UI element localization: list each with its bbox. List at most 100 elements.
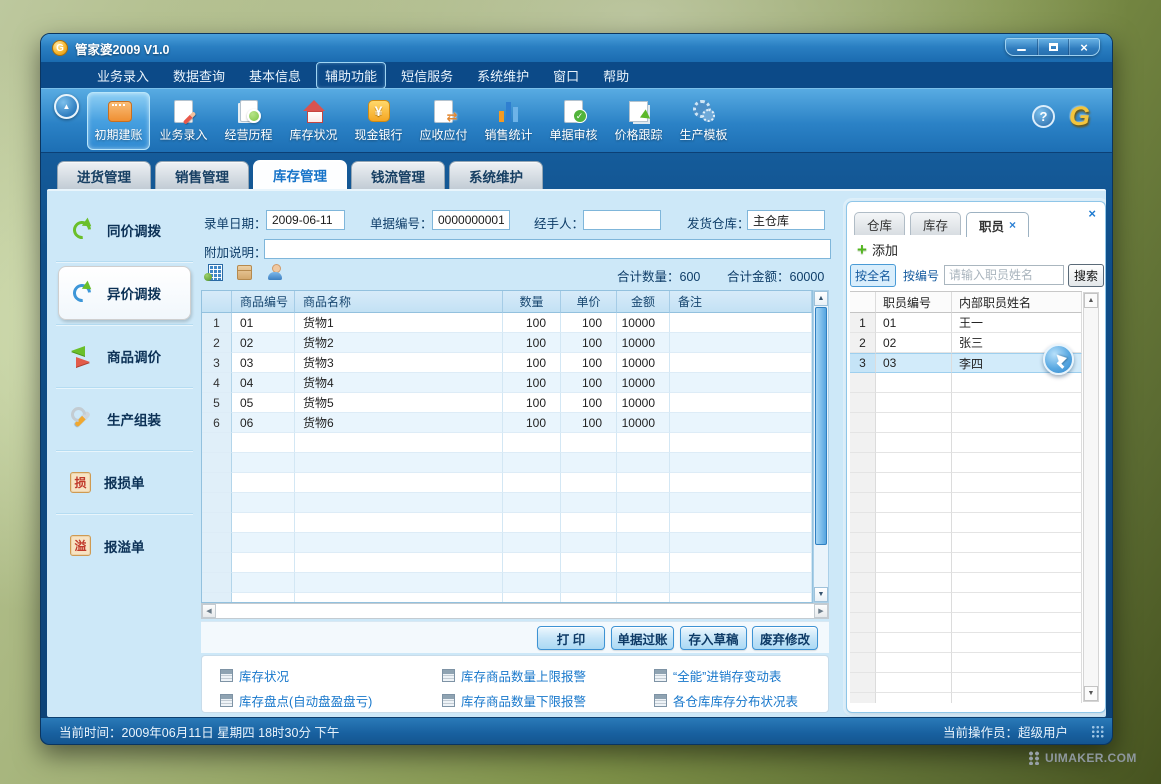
tab-5[interactable]: 系统维护	[449, 161, 543, 189]
menu-item-6[interactable]: 系统维护	[468, 62, 538, 89]
warehouse-shortcut-icon[interactable]	[208, 264, 223, 281]
sidebar-item-4[interactable]: 生产组装	[58, 392, 191, 446]
scroll-left-icon[interactable]: ◀	[202, 604, 216, 618]
report-link-4[interactable]: 库存盘点(自动盘盈盘亏)	[220, 691, 442, 710]
empty-staff-row[interactable]	[850, 473, 1082, 493]
date-input[interactable]	[266, 210, 345, 230]
panel-vertical-scrollbar[interactable]: ▲ ▼	[1083, 292, 1099, 702]
goods-shortcut-icon[interactable]	[237, 265, 252, 280]
table-row[interactable]: 303货物310010010000	[202, 353, 812, 373]
empty-staff-row[interactable]	[850, 553, 1082, 573]
maximize-button[interactable]	[1037, 39, 1068, 55]
header-cell[interactable]: 金额	[617, 291, 670, 313]
tab-2[interactable]: 销售管理	[155, 161, 249, 189]
panel-scroll-up-icon[interactable]: ▲	[1084, 293, 1098, 308]
toolbar-item-8[interactable]: 单据审核	[542, 92, 605, 150]
toolbar-item-10[interactable]: 生产模板	[672, 92, 735, 150]
tab-3[interactable]: 库存管理	[253, 160, 347, 189]
warehouse-input[interactable]	[747, 210, 825, 230]
scroll-thumb[interactable]	[815, 307, 827, 545]
report-link-3[interactable]: “全能”进销存变动表	[654, 666, 828, 685]
empty-staff-row[interactable]	[850, 513, 1082, 533]
empty-table-row[interactable]	[202, 593, 812, 603]
empty-table-row[interactable]	[202, 453, 812, 473]
note-input[interactable]	[264, 239, 831, 259]
toolbar-item-6[interactable]: 应收应付	[412, 92, 475, 150]
header-cell[interactable]: 单价	[561, 291, 617, 313]
print-button[interactable]: 打 印	[537, 626, 605, 650]
toolbar-item-3[interactable]: 经营历程	[217, 92, 280, 150]
search-by-name-button[interactable]: 按全名	[850, 264, 896, 287]
panel-tab-2[interactable]: 库存	[910, 212, 961, 235]
discard-changes-button[interactable]: 废弃修改	[752, 626, 818, 650]
report-link-6[interactable]: 各仓库库存分布状况表	[654, 691, 828, 710]
table-row[interactable]: 404货物410010010000	[202, 373, 812, 393]
empty-staff-row[interactable]	[850, 493, 1082, 513]
items-horizontal-scrollbar[interactable]: ◀ ▶	[201, 603, 829, 619]
sidebar-item-2[interactable]: 异价调拨	[58, 266, 191, 320]
add-button[interactable]: + 添加	[857, 240, 898, 259]
post-voucher-button[interactable]: 单据过账	[611, 626, 674, 650]
empty-table-row[interactable]	[202, 553, 812, 573]
save-draft-button[interactable]: 存入草稿	[680, 626, 747, 650]
sidebar-item-3[interactable]: 商品调价	[58, 329, 191, 383]
voucher-no-input[interactable]	[432, 210, 510, 230]
toolbar-item-1[interactable]: 初期建账	[87, 92, 150, 150]
menu-item-3[interactable]: 基本信息	[240, 62, 310, 89]
menu-item-5[interactable]: 短信服务	[392, 62, 462, 89]
panel-tab-1[interactable]: 仓库	[854, 212, 905, 235]
empty-staff-row[interactable]	[850, 533, 1082, 553]
empty-table-row[interactable]	[202, 533, 812, 553]
empty-table-row[interactable]	[202, 473, 812, 493]
close-button[interactable]: ×	[1068, 39, 1099, 55]
header-cell[interactable]: 商品编号	[232, 291, 295, 313]
tab-1[interactable]: 进货管理	[57, 161, 151, 189]
scroll-up-icon[interactable]: ▲	[814, 291, 828, 306]
staff-shortcut-icon[interactable]	[267, 264, 283, 280]
help-icon[interactable]: ?	[1032, 105, 1055, 128]
empty-staff-row[interactable]	[850, 453, 1082, 473]
table-row[interactable]: 606货物610010010000	[202, 413, 812, 433]
sidebar-item-5[interactable]: 损报损单	[58, 455, 191, 509]
header-cell[interactable]: 备注	[670, 291, 812, 313]
empty-staff-row[interactable]	[850, 673, 1082, 693]
panel-scroll-down-icon[interactable]: ▼	[1084, 686, 1098, 701]
menu-item-2[interactable]: 数据查询	[164, 62, 234, 89]
collapse-toolbar-button[interactable]: ▲	[54, 94, 79, 119]
empty-table-row[interactable]	[202, 573, 812, 593]
table-row[interactable]: 505货物510010010000	[202, 393, 812, 413]
scroll-down-icon[interactable]: ▼	[814, 587, 828, 602]
empty-table-row[interactable]	[202, 513, 812, 533]
toolbar-item-4[interactable]: 库存状况	[282, 92, 345, 150]
empty-staff-row[interactable]	[850, 393, 1082, 413]
empty-staff-row[interactable]	[850, 413, 1082, 433]
search-button[interactable]: 搜索	[1068, 264, 1104, 287]
staff-row[interactable]: 101王一	[850, 313, 1082, 333]
header-cell[interactable]: 内部职员姓名	[952, 292, 1082, 313]
empty-table-row[interactable]	[202, 493, 812, 513]
items-vertical-scrollbar[interactable]: ▲ ▼	[813, 290, 829, 603]
menu-item-7[interactable]: 窗口	[544, 62, 588, 89]
empty-staff-row[interactable]	[850, 613, 1082, 633]
sidebar-item-1[interactable]: 同价调拨	[58, 203, 191, 257]
tab-4[interactable]: 钱流管理	[351, 161, 445, 189]
header-cell[interactable]: 商品名称	[295, 291, 503, 313]
table-row[interactable]: 202货物210010010000	[202, 333, 812, 353]
report-link-1[interactable]: 库存状况	[220, 666, 442, 685]
empty-staff-row[interactable]	[850, 653, 1082, 673]
header-cell[interactable]: 数量	[503, 291, 561, 313]
panel-close-icon[interactable]: ×	[1088, 206, 1096, 221]
empty-staff-row[interactable]	[850, 373, 1082, 393]
scroll-right-icon[interactable]: ▶	[814, 604, 828, 618]
toolbar-item-7[interactable]: 销售统计	[477, 92, 540, 150]
header-cell[interactable]: 职员编号	[876, 292, 952, 313]
title-bar[interactable]: G 管家婆2009 V1.0 ×	[41, 34, 1112, 62]
table-row[interactable]: 101货物110010010000	[202, 313, 812, 333]
staff-search-input[interactable]	[944, 265, 1064, 285]
resize-grip[interactable]	[1091, 725, 1104, 738]
panel-tab-3[interactable]: 职员×	[966, 212, 1029, 237]
toolbar-item-9[interactable]: 价格跟踪	[607, 92, 670, 150]
toolbar-item-2[interactable]: 业务录入	[152, 92, 215, 150]
empty-staff-row[interactable]	[850, 633, 1082, 653]
empty-staff-row[interactable]	[850, 593, 1082, 613]
